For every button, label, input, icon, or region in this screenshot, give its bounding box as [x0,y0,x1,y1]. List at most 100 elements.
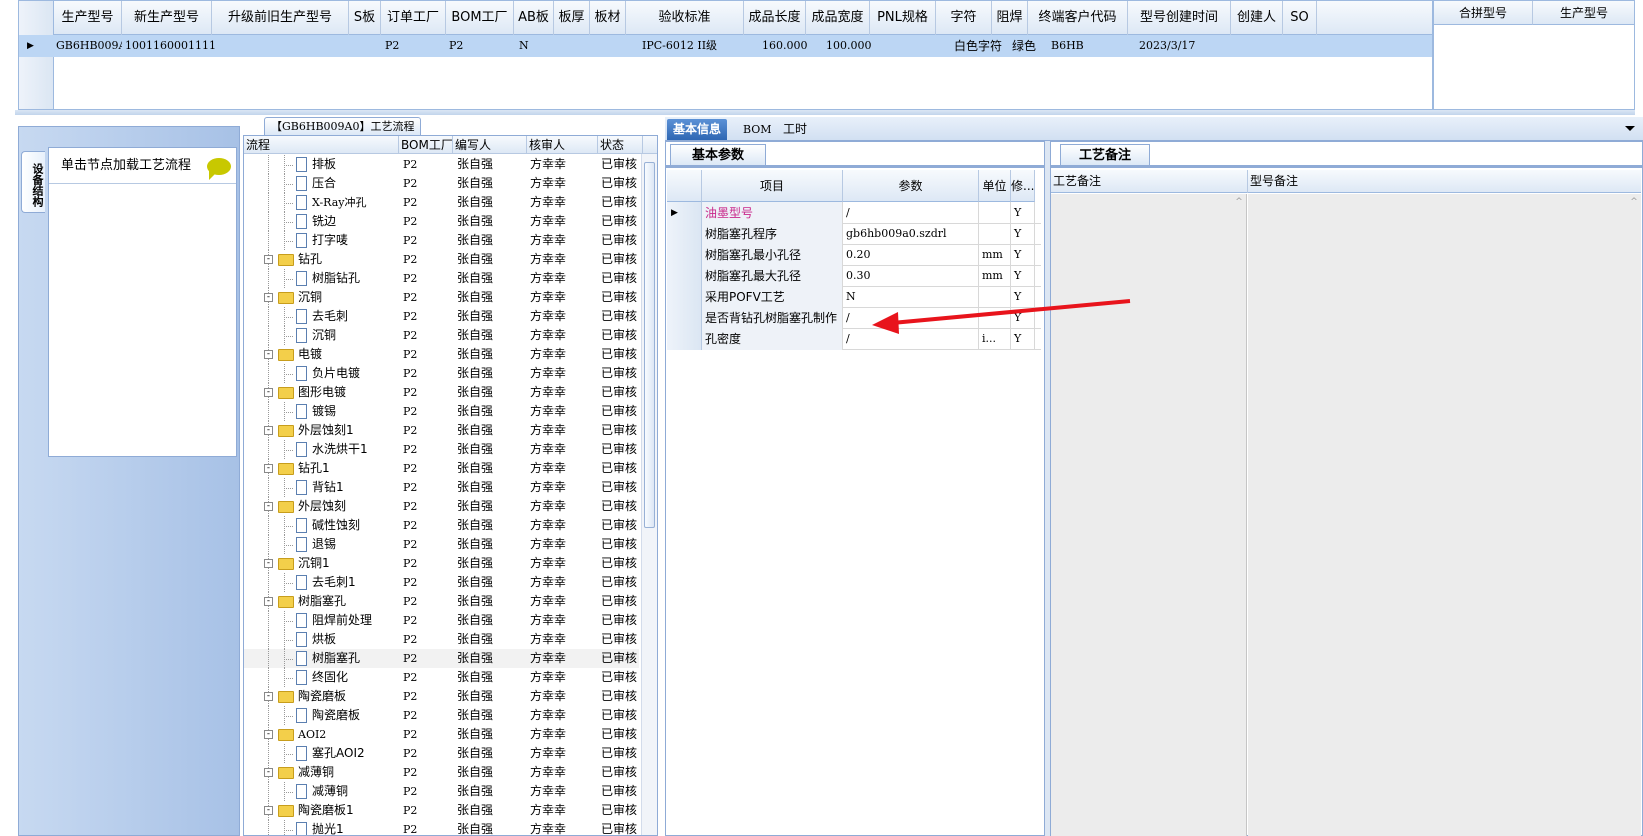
tree-step-row[interactable]: 减薄铜 P2 张自强 方幸幸 已审核 [244,782,639,801]
tab-basic-info[interactable]: 基本信息 [667,119,728,140]
col-header[interactable]: 项目 [702,170,843,202]
tree-step-row[interactable]: 去毛刺1 P2 张自强 方幸幸 已审核 [244,573,639,592]
tree-step-row[interactable]: X-Ray冲孔 P2 张自强 方幸幸 已审核 [244,193,639,212]
col-header[interactable]: 成品宽度 [806,1,870,35]
col-header[interactable]: 新生产型号 [122,1,212,35]
tab-hours[interactable]: 工时 [777,119,813,140]
param-row[interactable]: 是否背钻孔树脂塞孔制作 / Y [667,307,1041,329]
tree-step-row[interactable]: 抛光1 P2 张自强 方幸幸 已审核 [244,820,639,835]
tree-step-row[interactable]: 打字唛 P2 张自强 方幸幸 已审核 [244,231,639,250]
chevron-down-icon[interactable] [1625,126,1635,136]
tree-step-row[interactable]: 铣边 P2 张自强 方幸幸 已审核 [244,212,639,231]
tree-step-row[interactable]: 塞孔AOI2 P2 张自强 方幸幸 已审核 [244,744,639,763]
tree-step-row[interactable]: 陶瓷磨板 P2 张自强 方幸幸 已审核 [244,706,639,725]
cell-prod-model[interactable]: GB6HB009A0 [56,35,122,57]
col-header[interactable]: S板 [349,1,381,35]
param-value[interactable]: N [843,286,979,308]
model-note-field[interactable]: ^ [1248,194,1641,836]
param-modifiable[interactable]: Y [1011,202,1035,224]
collapse-toggle-icon[interactable]: - [264,350,273,359]
collapse-toggle-icon[interactable]: - [264,388,273,397]
cell-created[interactable]: 2023/3/17 [1139,35,1219,57]
tree-step-row[interactable]: 背钻1 P2 张自强 方幸幸 已审核 [244,478,639,497]
col-header[interactable]: 型号备注 [1248,170,1641,193]
col-header[interactable]: 验收标准 [626,1,744,35]
param-value[interactable]: 0.30 [843,265,979,287]
col-header[interactable]: 型号创建时间 [1128,1,1231,35]
param-modifiable[interactable]: Y [1011,307,1035,329]
col-header[interactable]: 创建人 [1231,1,1283,35]
horizontal-splitter[interactable] [15,110,1635,115]
tree-step-row[interactable]: 水洗烘干1 P2 张自强 方幸幸 已审核 [244,440,639,459]
param-unit[interactable]: mm [979,265,1011,287]
param-unit[interactable] [979,307,1011,329]
param-item[interactable]: 采用POFV工艺 [702,286,843,308]
cell-char[interactable]: 白色字符 [954,35,1014,57]
col-header[interactable]: 阻焊 [992,1,1028,35]
col-header[interactable]: AB板 [514,1,554,35]
tree-folder-row[interactable]: - 图形电镀 P2 张自强 方幸幸 已审核 [244,383,639,402]
tree-step-row[interactable]: 树脂塞孔 P2 张自强 方幸幸 已审核 [244,649,639,668]
tree-step-row[interactable]: 阻焊前处理 P2 张自强 方幸幸 已审核 [244,611,639,630]
tree-folder-row[interactable]: - 陶瓷磨板1 P2 张自强 方幸幸 已审核 [244,801,639,820]
collapse-toggle-icon[interactable]: - [264,293,273,302]
row-indicator[interactable] [667,265,702,287]
col-header[interactable]: 订单工厂 [381,1,446,35]
param-value[interactable]: 0.20 [843,244,979,266]
tree-step-row[interactable]: 负片电镀 P2 张自强 方幸幸 已审核 [244,364,639,383]
col-header[interactable]: 状态 [598,136,643,154]
collapse-toggle-icon[interactable]: - [264,730,273,739]
param-row[interactable]: 孔密度 / i... Y [667,328,1041,350]
param-item[interactable]: 树脂塞孔最大孔径 [702,265,843,287]
row-indicator[interactable] [667,328,702,350]
col-header[interactable]: 编写人 [453,136,527,154]
row-indicator[interactable] [667,223,702,245]
tree-folder-row[interactable]: - 外层蚀刻1 P2 张自强 方幸幸 已审核 [244,421,639,440]
collapse-toggle-icon[interactable]: - [264,597,273,606]
tab-process-notes[interactable]: 工艺备注 [1060,144,1150,165]
tree-step-row[interactable]: 终固化 P2 张自强 方幸幸 已审核 [244,668,639,687]
param-modifiable[interactable]: Y [1011,223,1035,245]
param-modifiable[interactable]: Y [1011,265,1035,287]
tree-step-row[interactable]: 镀锡 P2 张自强 方幸幸 已审核 [244,402,639,421]
row-indicator[interactable]: ▶ [667,202,702,224]
tree-folder-row[interactable]: - 电镀 P2 张自强 方幸幸 已审核 [244,345,639,364]
param-item[interactable]: 树脂塞孔最小孔径 [702,244,843,266]
chevron-up-icon[interactable]: ^ [1234,197,1244,207]
cell-length[interactable]: 160.000 [762,35,812,57]
col-header[interactable]: BOM工厂 [399,136,453,154]
collapse-toggle-icon[interactable]: - [264,768,273,777]
chevron-up-icon[interactable]: ^ [1629,197,1639,207]
col-header[interactable]: 流程 [244,136,399,154]
col-header[interactable]: BOM工厂 [446,1,514,35]
tree-step-row[interactable]: 树脂钻孔 P2 张自强 方幸幸 已审核 [244,269,639,288]
tree-folder-row[interactable]: - 沉铜1 P2 张自强 方幸幸 已审核 [244,554,639,573]
param-modifiable[interactable]: Y [1011,244,1035,266]
col-header[interactable]: SO [1283,1,1317,35]
tree-step-row[interactable]: 沉铜 P2 张自强 方幸幸 已审核 [244,326,639,345]
param-item[interactable]: 孔密度 [702,328,843,350]
collapse-toggle-icon[interactable]: - [264,426,273,435]
param-value[interactable]: / [843,307,979,329]
cell-customer-code[interactable]: B6HB [1051,35,1111,57]
param-value[interactable]: gb6hb009a0.szdrl [843,223,979,245]
col-header[interactable]: 成品长度 [744,1,806,35]
param-row[interactable]: 树脂塞孔最小孔径 0.20 mm Y [667,244,1041,266]
param-unit[interactable]: i... [979,328,1011,350]
param-row[interactable]: ▶ 油墨型号 / Y [667,202,1041,224]
tree-scroll-thumb[interactable] [644,162,655,528]
tree-scrollbar[interactable] [641,154,657,835]
cell-new-model[interactable]: 10011600011111 [125,35,215,57]
grid-corner[interactable] [667,170,702,202]
param-unit[interactable] [979,286,1011,308]
process-note-field[interactable]: ^ [1051,194,1247,836]
cell-solder[interactable]: 绿色 [1012,35,1042,57]
cell-bom-factory[interactable]: P2 [449,35,489,57]
tree-folder-row[interactable]: - 陶瓷磨板 P2 张自强 方幸幸 已审核 [244,687,639,706]
param-row[interactable]: 树脂塞孔程序 gb6hb009a0.szdrl Y [667,223,1041,245]
collapse-toggle-icon[interactable]: - [264,464,273,473]
col-header[interactable]: 字符 [936,1,992,35]
col-header[interactable]: 核审人 [527,136,598,154]
param-modifiable[interactable]: Y [1011,286,1035,308]
collapse-toggle-icon[interactable]: - [264,806,273,815]
